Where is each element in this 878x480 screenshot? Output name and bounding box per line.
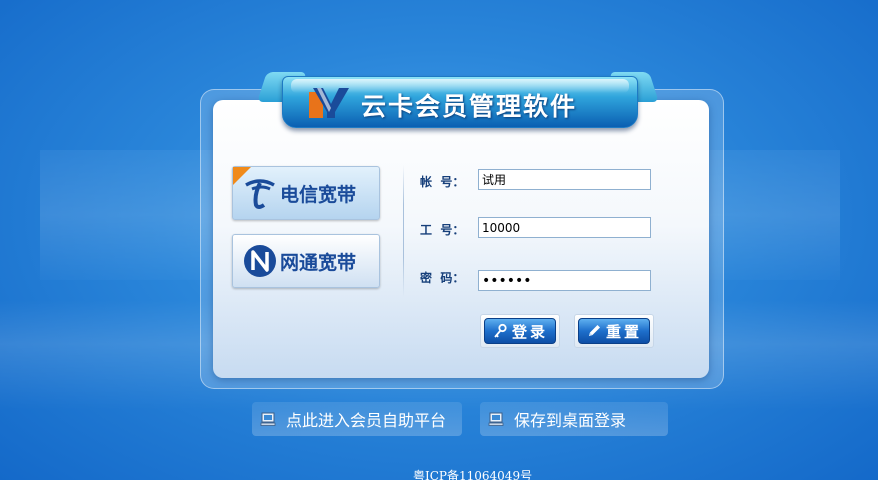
computer-icon <box>260 412 276 426</box>
selected-corner-marker <box>233 167 251 185</box>
account-label: 帐 号： <box>420 175 465 189</box>
account-input[interactable] <box>478 169 651 190</box>
netcom-label: 网通宽带 <box>280 251 357 274</box>
china-netcom-icon <box>244 245 276 277</box>
reset-button[interactable]: 重置 <box>578 318 650 344</box>
app-title: 云卡会员管理软件 <box>361 92 578 121</box>
reset-button-label: 重置 <box>605 322 642 341</box>
header-banner: 云卡会员管理软件 <box>282 76 638 128</box>
panel-divider <box>403 165 404 297</box>
password-label: 密 码： <box>420 271 465 285</box>
self-service-link[interactable]: 点此进入会员自助平台 <box>252 402 462 436</box>
pencil-icon <box>588 325 600 336</box>
telecom-label: 电信宽带 <box>280 183 357 206</box>
app-logo-icon <box>309 88 349 118</box>
login-button[interactable]: 登录 <box>484 318 556 344</box>
employee-id-input[interactable] <box>478 217 651 238</box>
self-service-link-label: 点此进入会员自助平台 <box>286 411 447 430</box>
key-icon <box>494 323 507 338</box>
login-button-label: 登录 <box>511 322 548 341</box>
save-to-desktop-label: 保存到桌面登录 <box>514 411 627 430</box>
password-input[interactable] <box>478 270 651 291</box>
netcom-isp-button[interactable]: 网通宽带 <box>232 234 380 288</box>
telecom-isp-button[interactable]: 电信宽带 <box>232 166 380 220</box>
icp-license: 粤ICP备11064049号 <box>413 469 533 480</box>
employee-id-label: 工 号： <box>420 223 465 237</box>
save-to-desktop-link[interactable]: 保存到桌面登录 <box>480 402 668 436</box>
monitor-icon <box>488 412 504 426</box>
